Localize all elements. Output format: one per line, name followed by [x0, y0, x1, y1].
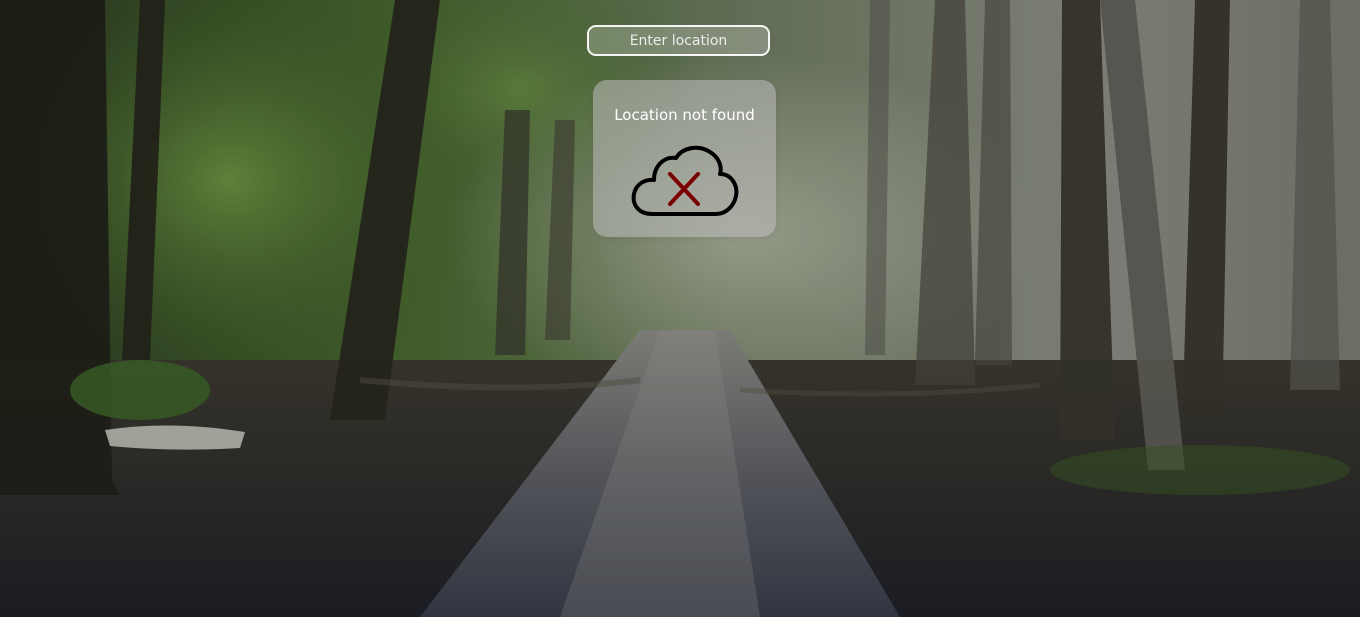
app-root: Location not found — [0, 0, 1360, 617]
search-bar — [587, 25, 770, 56]
location-status-text: Location not found — [614, 106, 755, 124]
cloud-error-icon — [631, 145, 739, 216]
location-search-input[interactable] — [587, 25, 770, 56]
weather-card: Location not found — [593, 80, 776, 237]
